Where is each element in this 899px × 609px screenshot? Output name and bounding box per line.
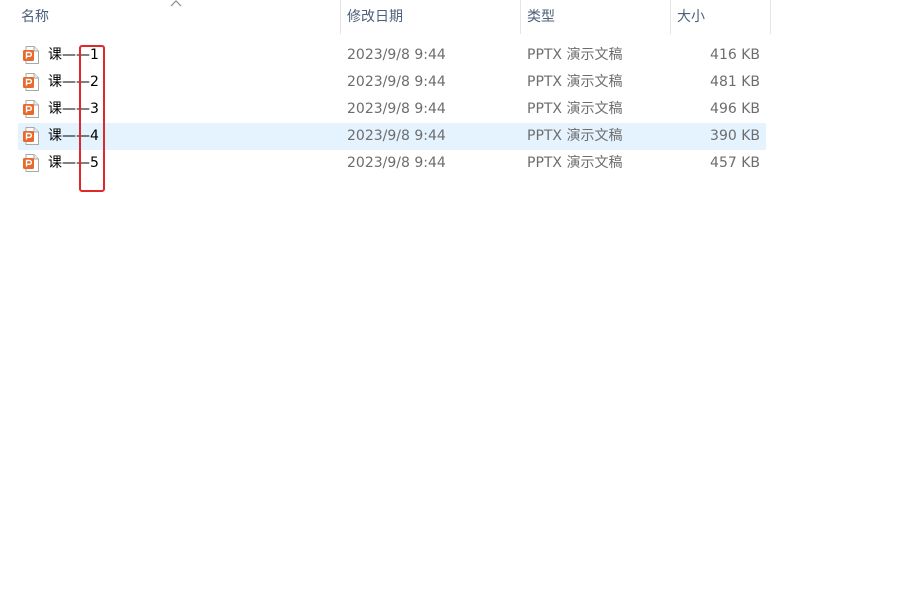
column-divider[interactable] bbox=[770, 0, 771, 34]
annotation-highlight-box bbox=[79, 45, 105, 192]
pptx-file-icon bbox=[23, 154, 39, 172]
file-row[interactable]: 课——1 2023/9/8 9:44 PPTX 演示文稿 416 KB bbox=[18, 42, 766, 69]
file-date: 2023/9/8 9:44 bbox=[347, 74, 446, 90]
pptx-file-icon bbox=[23, 46, 39, 64]
file-row[interactable]: 课——4 2023/9/8 9:44 PPTX 演示文稿 390 KB bbox=[18, 123, 766, 150]
file-row[interactable]: 课——3 2023/9/8 9:44 PPTX 演示文稿 496 KB bbox=[18, 96, 766, 123]
file-list: 课——1 2023/9/8 9:44 PPTX 演示文稿 416 KB 课——2… bbox=[18, 42, 766, 177]
file-row[interactable]: 课——2 2023/9/8 9:44 PPTX 演示文稿 481 KB bbox=[18, 69, 766, 96]
file-size: 457 KB bbox=[710, 155, 760, 171]
file-date: 2023/9/8 9:44 bbox=[347, 47, 446, 63]
file-size: 496 KB bbox=[710, 101, 760, 117]
column-header-size[interactable]: 大小 bbox=[670, 0, 770, 34]
column-header: 名称 修改日期 类型 大小 bbox=[0, 0, 771, 34]
file-size: 416 KB bbox=[710, 47, 760, 63]
column-header-type[interactable]: 类型 bbox=[520, 0, 670, 34]
file-type: PPTX 演示文稿 bbox=[527, 155, 623, 171]
file-row[interactable]: 课——5 2023/9/8 9:44 PPTX 演示文稿 457 KB bbox=[18, 150, 766, 177]
file-type: PPTX 演示文稿 bbox=[527, 74, 623, 90]
file-date: 2023/9/8 9:44 bbox=[347, 128, 446, 144]
file-size: 481 KB bbox=[710, 74, 760, 90]
file-type: PPTX 演示文稿 bbox=[527, 47, 623, 63]
column-header-name[interactable]: 名称 bbox=[14, 0, 340, 34]
file-type: PPTX 演示文稿 bbox=[527, 128, 623, 144]
column-header-date[interactable]: 修改日期 bbox=[340, 0, 520, 34]
pptx-file-icon bbox=[23, 73, 39, 91]
pptx-file-icon bbox=[23, 127, 39, 145]
file-explorer: 名称 修改日期 类型 大小 课——1 2023/9/8 9:44 PPTX 演示… bbox=[0, 0, 899, 609]
file-size: 390 KB bbox=[710, 128, 760, 144]
file-date: 2023/9/8 9:44 bbox=[347, 101, 446, 117]
file-type: PPTX 演示文稿 bbox=[527, 101, 623, 117]
pptx-file-icon bbox=[23, 100, 39, 118]
file-date: 2023/9/8 9:44 bbox=[347, 155, 446, 171]
